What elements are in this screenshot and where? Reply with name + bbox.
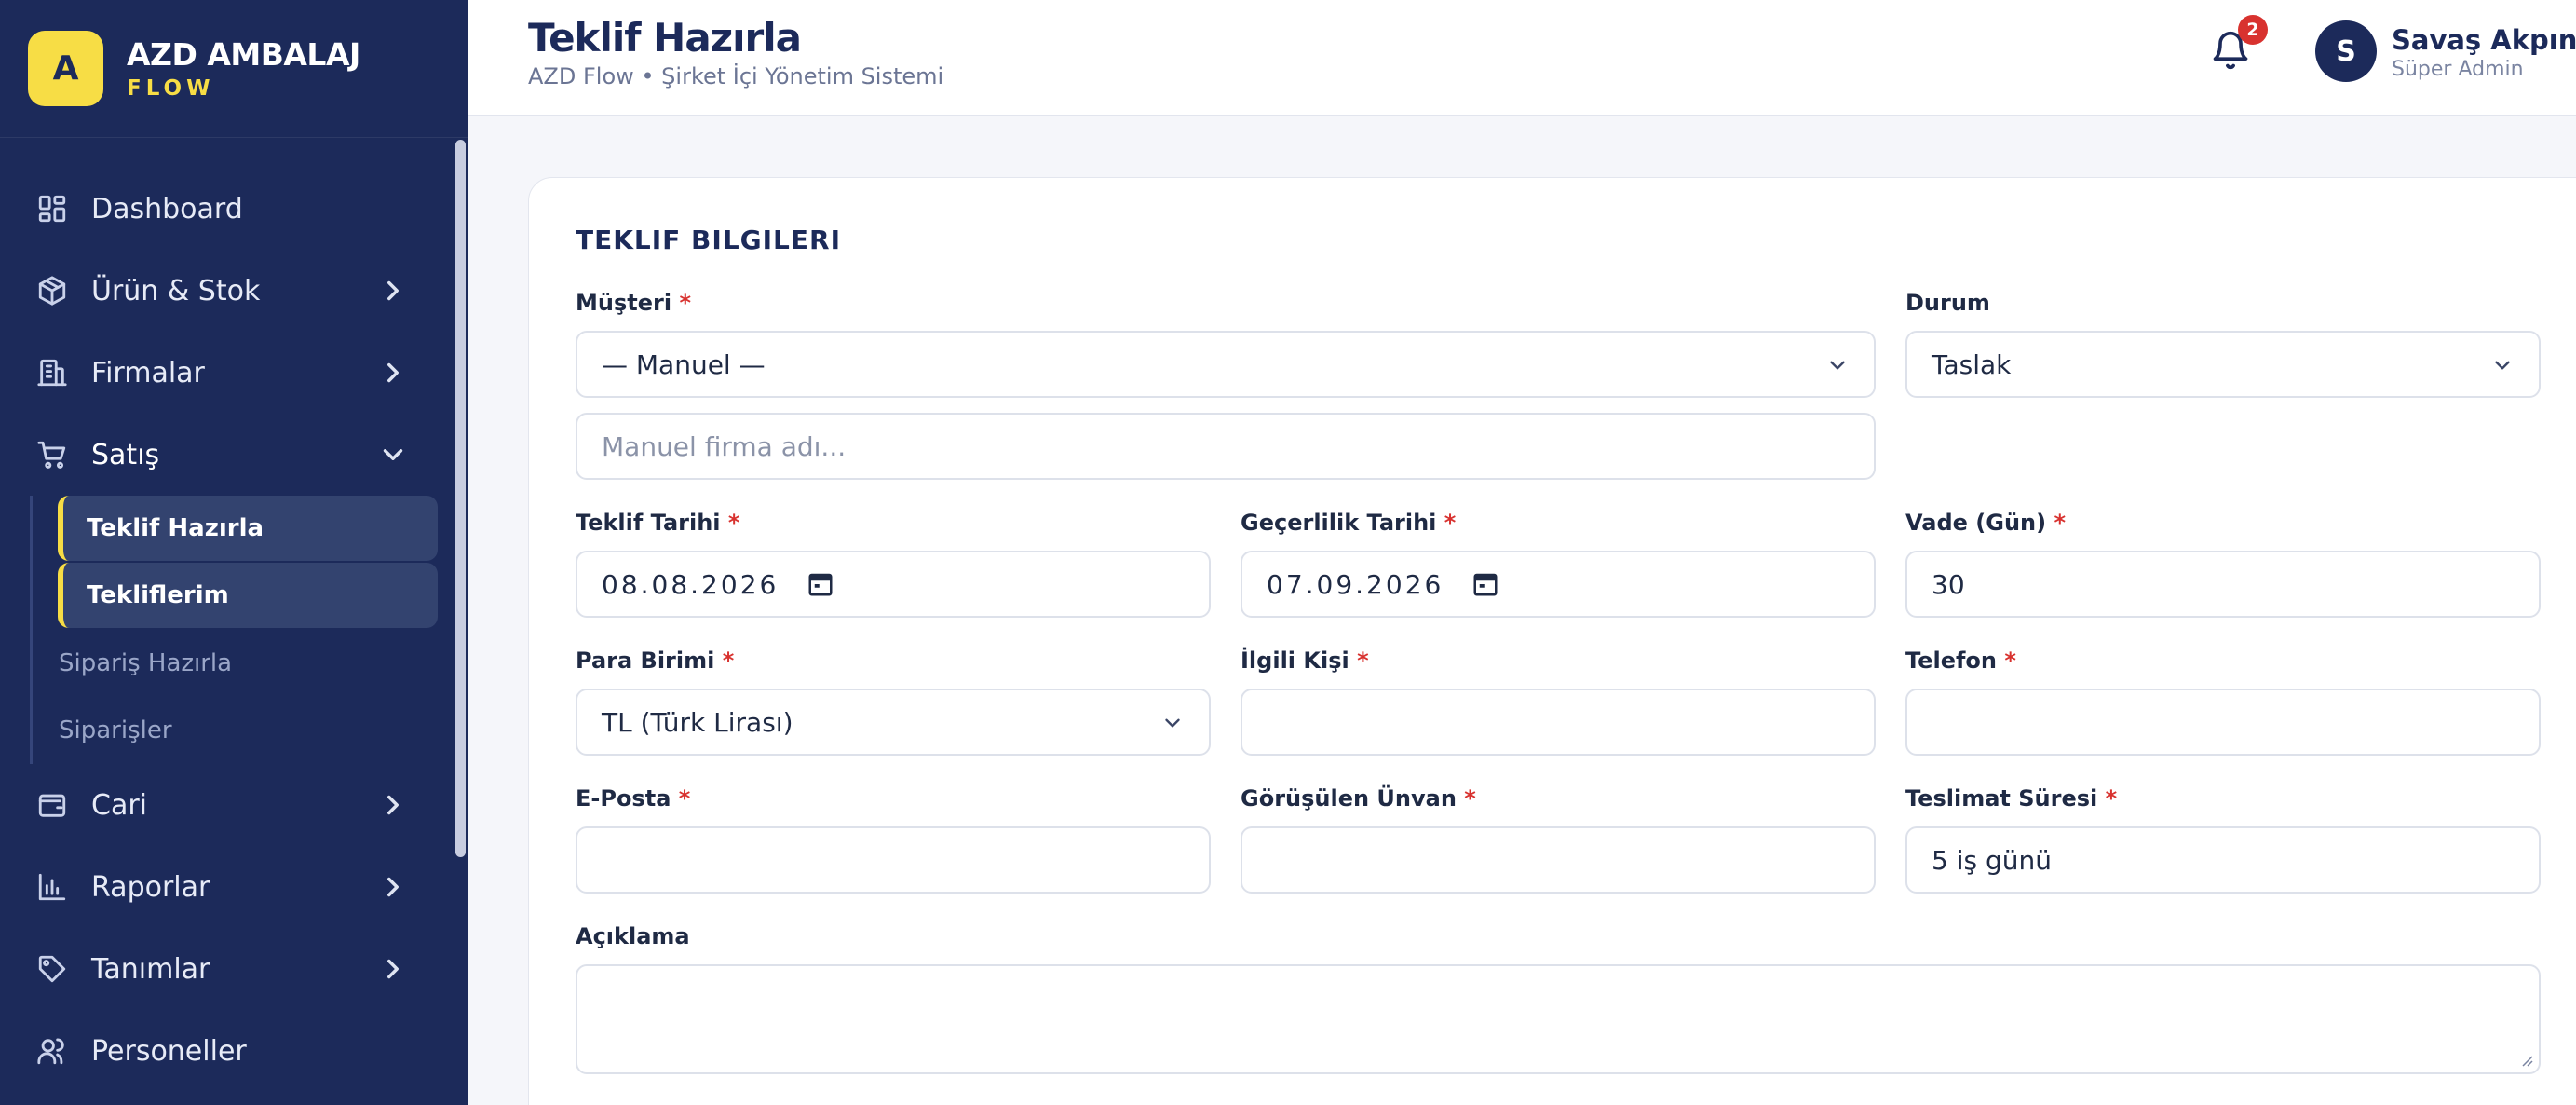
- sidebar-scrollbar-thumb[interactable]: [455, 140, 466, 857]
- notification-badge: 2: [2238, 15, 2268, 45]
- brand-name: AZD AMBALAJ: [127, 36, 360, 73]
- sidebar-item-urun-stok[interactable]: Ürün & Stok: [0, 250, 447, 332]
- sidebar: A AZD AMBALAJ FLOW Dashboard Ürün & Stok…: [0, 0, 468, 1105]
- chevron-right-icon: [377, 871, 409, 903]
- section-title: TEKLIF BILGILERI: [576, 225, 842, 255]
- brand-logo: A: [28, 31, 103, 106]
- page-title: Teklif Hazırla: [528, 15, 802, 61]
- wallet-icon: [35, 788, 69, 822]
- page-subtitle: AZD Flow • Şirket İçi Yönetim Sistemi: [528, 63, 944, 89]
- building-icon: [35, 356, 69, 389]
- durum-select[interactable]: Taslak: [1905, 331, 2541, 398]
- ilgili-kisi-input[interactable]: [1241, 689, 1876, 756]
- sidebar-item-label: Firmalar: [91, 356, 205, 389]
- vade-input[interactable]: 30: [1905, 551, 2541, 618]
- sidebar-item-label: Dashboard: [91, 192, 243, 225]
- gecerlilik-tarihi-label: Geçerlilik Tarihi *: [1241, 510, 1457, 536]
- dashboard-icon: [35, 192, 69, 225]
- chevron-down-icon: [1825, 353, 1850, 377]
- user-name[interactable]: Savaş Akpınar: [2392, 24, 2576, 56]
- brand[interactable]: A AZD AMBALAJ FLOW: [0, 0, 468, 138]
- cart-icon: [35, 438, 69, 471]
- brand-sub: FLOW: [127, 76, 215, 101]
- telefon-input[interactable]: [1905, 689, 2541, 756]
- chevron-down-icon: [377, 439, 409, 471]
- aciklama-textarea[interactable]: [576, 964, 2541, 1074]
- sidebar-item-label: Ürün & Stok: [91, 274, 261, 307]
- telefon-label: Telefon *: [1905, 648, 2016, 674]
- chevron-right-icon: [377, 953, 409, 985]
- eposta-input[interactable]: [576, 826, 1211, 894]
- user-role: Süper Admin: [2392, 58, 2524, 81]
- calendar-icon[interactable]: [1471, 570, 1499, 598]
- subnav-item-teklif-hazirla[interactable]: Teklif Hazırla: [58, 496, 438, 561]
- gorusulen-unvan-input[interactable]: [1241, 826, 1876, 894]
- para-birimi-label: Para Birimi *: [576, 648, 735, 674]
- teklif-tarihi-label: Teklif Tarihi *: [576, 510, 740, 536]
- gorusulen-unvan-label: Görüşülen Ünvan *: [1241, 785, 1476, 812]
- bar-chart-icon: [35, 870, 69, 904]
- sidebar-nav: Dashboard Ürün & Stok Firmalar Satış Tek…: [0, 168, 447, 1092]
- chevron-right-icon: [377, 275, 409, 307]
- resize-handle-icon[interactable]: [2518, 1052, 2533, 1067]
- calendar-icon[interactable]: [807, 570, 834, 598]
- sidebar-item-label: Raporlar: [91, 870, 210, 904]
- sidebar-item-cari[interactable]: Cari: [0, 764, 447, 846]
- gecerlilik-tarihi-input[interactable]: 07.09.2026: [1241, 551, 1876, 618]
- sales-subnav: Teklif Hazırla Tekliflerim Sipariş Hazır…: [30, 496, 447, 764]
- offer-form-card: TEKLIF BILGILERI Müşteri * Durum — Manue…: [528, 177, 2576, 1105]
- durum-label: Durum: [1905, 290, 1990, 316]
- eposta-label: E-Posta *: [576, 785, 691, 812]
- chevron-down-icon: [2490, 353, 2515, 377]
- aciklama-label: Açıklama: [576, 923, 690, 949]
- vade-label: Vade (Gün) *: [1905, 510, 2066, 536]
- sidebar-item-label: Personeller: [91, 1034, 247, 1068]
- subnav-item-siparis-hazirla[interactable]: Sipariş Hazırla: [33, 630, 447, 697]
- sidebar-item-tanimlar[interactable]: Tanımlar: [0, 928, 447, 1010]
- sidebar-item-raporlar[interactable]: Raporlar: [0, 846, 447, 928]
- users-icon: [35, 1034, 69, 1068]
- chevron-right-icon: [377, 789, 409, 821]
- musteri-label: Müşteri *: [576, 290, 691, 316]
- sidebar-item-label: Tanımlar: [91, 952, 210, 986]
- para-birimi-select[interactable]: TL (Türk Lirası): [576, 689, 1211, 756]
- sidebar-item-label: Satış: [91, 438, 160, 471]
- sidebar-item-satis[interactable]: Satış: [0, 414, 447, 496]
- teslimat-suresi-label: Teslimat Süresi *: [1905, 785, 2118, 812]
- teklif-tarihi-input[interactable]: 08.08.2026: [576, 551, 1211, 618]
- sidebar-item-firmalar[interactable]: Firmalar: [0, 332, 447, 414]
- avatar[interactable]: S: [2315, 20, 2377, 82]
- manuel-firma-input[interactable]: Manuel firma adı...: [576, 413, 1876, 480]
- sidebar-item-label: Cari: [91, 788, 147, 822]
- chevron-down-icon: [1160, 711, 1185, 735]
- sidebar-item-personeller[interactable]: Personeller: [0, 1010, 447, 1092]
- subnav-item-tekliflerim[interactable]: Tekliflerim: [58, 563, 438, 628]
- sidebar-item-dashboard[interactable]: Dashboard: [0, 168, 447, 250]
- musteri-select[interactable]: — Manuel —: [576, 331, 1876, 398]
- teslimat-suresi-input[interactable]: 5 iş günü: [1905, 826, 2541, 894]
- ilgili-kisi-label: İlgili Kişi *: [1241, 648, 1369, 674]
- tag-icon: [35, 952, 69, 986]
- box-icon: [35, 274, 69, 307]
- chevron-right-icon: [377, 357, 409, 389]
- subnav-item-siparisler[interactable]: Siparişler: [33, 697, 447, 764]
- top-header: Teklif Hazırla AZD Flow • Şirket İçi Yön…: [468, 0, 2576, 116]
